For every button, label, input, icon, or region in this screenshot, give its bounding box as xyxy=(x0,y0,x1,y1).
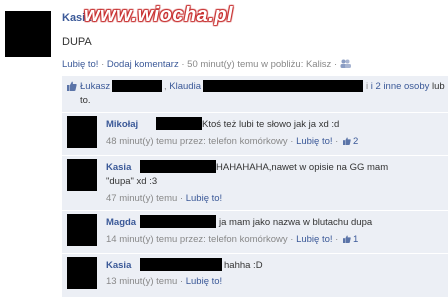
comment-like-link[interactable]: Lubię to! xyxy=(186,276,222,287)
comment-body: Kasia xyxy=(106,162,131,173)
comment-likes-count[interactable]: 2 xyxy=(353,136,358,147)
people-icon xyxy=(340,59,351,68)
redaction xyxy=(112,80,162,92)
separator: · xyxy=(181,59,185,70)
comment-avatar[interactable] xyxy=(67,116,97,148)
comment-meta: 14 minut(y) temu przez: telefon komórkow… xyxy=(106,234,358,245)
post-author-avatar[interactable] xyxy=(5,11,51,57)
likes-line-cont: to. xyxy=(80,95,91,106)
thumbs-up-icon xyxy=(342,235,351,243)
comment-meta: 13 minut(y) temu · Lubię to! xyxy=(106,276,222,287)
like-name-1[interactable]: Łukasz xyxy=(80,81,110,92)
likes-suffix-tail: lub xyxy=(432,81,445,92)
separator: · xyxy=(290,136,294,147)
comma: , xyxy=(164,81,167,92)
comment-text: HAHAHAHA,nawet w opisie na GG mam xyxy=(216,162,388,173)
comment-text-content: hahha :D xyxy=(224,260,263,271)
post-like-link[interactable]: Lubię to! xyxy=(62,59,98,70)
separator: · xyxy=(179,276,184,287)
comment-text: ja mam jako nazwa w blutachu dupa xyxy=(219,217,372,228)
post-text: DUPA xyxy=(62,36,92,48)
comment-author[interactable]: Magda xyxy=(106,217,136,228)
comment-time: 14 minut(y) temu przez: telefon komórkow… xyxy=(106,234,288,245)
comment-likes-count[interactable]: 1 xyxy=(353,234,358,245)
comment-time: 13 minut(y) temu xyxy=(106,276,178,287)
post-actions: Lubię to! · Dodaj komentarz · 50 minut(y… xyxy=(62,59,351,70)
separator: · xyxy=(101,59,105,70)
comment-meta: 47 minut(y) temu · Lubię to! xyxy=(106,193,222,204)
redaction xyxy=(203,80,363,92)
comment-text-content: Ktoś też lubi te słowo jak ja xd :d xyxy=(202,119,340,130)
comment-avatar[interactable] xyxy=(67,214,97,246)
comment-author[interactable]: Kasia xyxy=(106,162,131,173)
redaction xyxy=(156,117,202,130)
separator: · xyxy=(335,234,339,245)
post-comment-link[interactable]: Dodaj komentarz xyxy=(107,59,179,70)
comment-like-link[interactable]: Lubię to! xyxy=(186,193,222,204)
comment-text: Ktoś też lubi te słowo jak ja xd :d xyxy=(202,119,339,130)
separator: · xyxy=(290,234,294,245)
separator: · xyxy=(335,136,339,147)
comment-author[interactable]: Kasia xyxy=(106,260,131,271)
post-meta: 50 minut(y) temu w pobliżu: Kalisz xyxy=(187,59,332,70)
likes-others: i i 2 inne osoby lub xyxy=(366,81,445,92)
comment-time: 47 minut(y) temu xyxy=(106,193,178,204)
comment-body: Kasia xyxy=(106,260,131,271)
comment-author[interactable]: Mikołaj xyxy=(106,119,138,130)
comment-text-content: HAHAHAHA,nawet w opisie na GG mam xyxy=(216,162,389,173)
comment-meta: 48 minut(y) temu przez: telefon komórkow… xyxy=(106,136,358,147)
like-name-2[interactable]: Klaudia xyxy=(169,81,201,92)
thumbs-up-icon xyxy=(67,81,77,91)
thumbs-up-icon xyxy=(342,137,351,145)
separator: · xyxy=(179,193,184,204)
likes-line-2: , Klaudia xyxy=(164,81,201,92)
likes-line: Łukasz xyxy=(80,81,110,92)
comment-text-line2: "dupa" xd :3 xyxy=(106,176,158,187)
comment-like-link[interactable]: Lubię to! xyxy=(296,136,332,147)
redaction xyxy=(140,258,222,271)
like-others-link[interactable]: i 2 inne osoby xyxy=(371,81,430,92)
comment-body: Mikołaj xyxy=(106,119,138,130)
comment-like-link[interactable]: Lubię to! xyxy=(296,234,332,245)
comment-text: hahha :D xyxy=(224,260,263,271)
comment-time: 48 minut(y) temu przez: telefon komórkow… xyxy=(106,136,288,147)
watermark-logo: www.wiocha.pl xyxy=(84,4,234,26)
comment-text-content: ja mam jako nazwa w blutachu dupa xyxy=(219,217,373,228)
comment-body: Magda xyxy=(106,217,136,228)
redaction xyxy=(140,160,216,173)
comment-avatar[interactable] xyxy=(67,159,97,191)
separator: · xyxy=(333,59,338,70)
comment-avatar[interactable] xyxy=(67,257,97,289)
redaction xyxy=(140,215,216,228)
